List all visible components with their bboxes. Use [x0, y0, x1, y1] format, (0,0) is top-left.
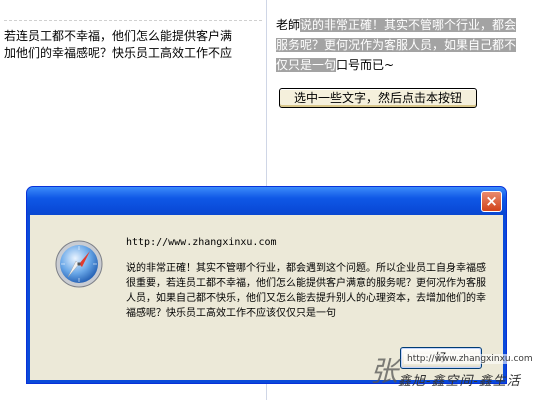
dialog-body: http://www.zhangxinxu.com 说的非常正確！其实不管哪个行… — [30, 215, 503, 380]
text-lead: 老師 — [276, 18, 301, 32]
selected-text-2: 服务呢？更何况作为客服人员，如果自己都不 — [276, 38, 517, 52]
left-article-text: 若连员工都不幸福，他们怎么能提供客户满 加他们的幸福感呢？快乐员工高效工作不应 — [4, 28, 262, 62]
alert-message: 说的非常正確！其实不管哪个行业，都会遇到这个问题。所以企业员工自身幸福感很重要，… — [126, 263, 486, 319]
alert-url: http://www.zhangxinxu.com — [126, 237, 277, 248]
select-text-button[interactable]: 选中一些文字，然后点击本按钮 — [279, 88, 477, 108]
dialog-titlebar[interactable]: × — [27, 187, 506, 215]
dashed-divider — [4, 20, 262, 21]
safari-compass-icon — [55, 240, 103, 288]
selected-text-1: 说的非常正確！其实不管哪个行业，都会 — [300, 18, 517, 32]
alert-dialog: × http://www.zhangxinxu.com 说的非常正確！其实不管哪… — [26, 186, 507, 384]
close-button[interactable]: × — [481, 191, 502, 212]
selected-text-3: 仅只是一句 — [276, 58, 337, 72]
right-article-text[interactable]: 老師说的非常正確！其实不管哪个行业，都会 服务呢？更何况作为客服人员，如果自己都… — [276, 15, 538, 75]
unselected-tail: 口号而已~ — [336, 58, 395, 72]
left-text-line-2: 加他们的幸福感呢？快乐员工高效工作不应 — [4, 46, 233, 60]
ok-button[interactable]: 好 — [400, 347, 482, 369]
left-text-line-1: 若连员工都不幸福，他们怎么能提供客户满 — [4, 29, 233, 43]
close-icon: × — [485, 192, 498, 210]
